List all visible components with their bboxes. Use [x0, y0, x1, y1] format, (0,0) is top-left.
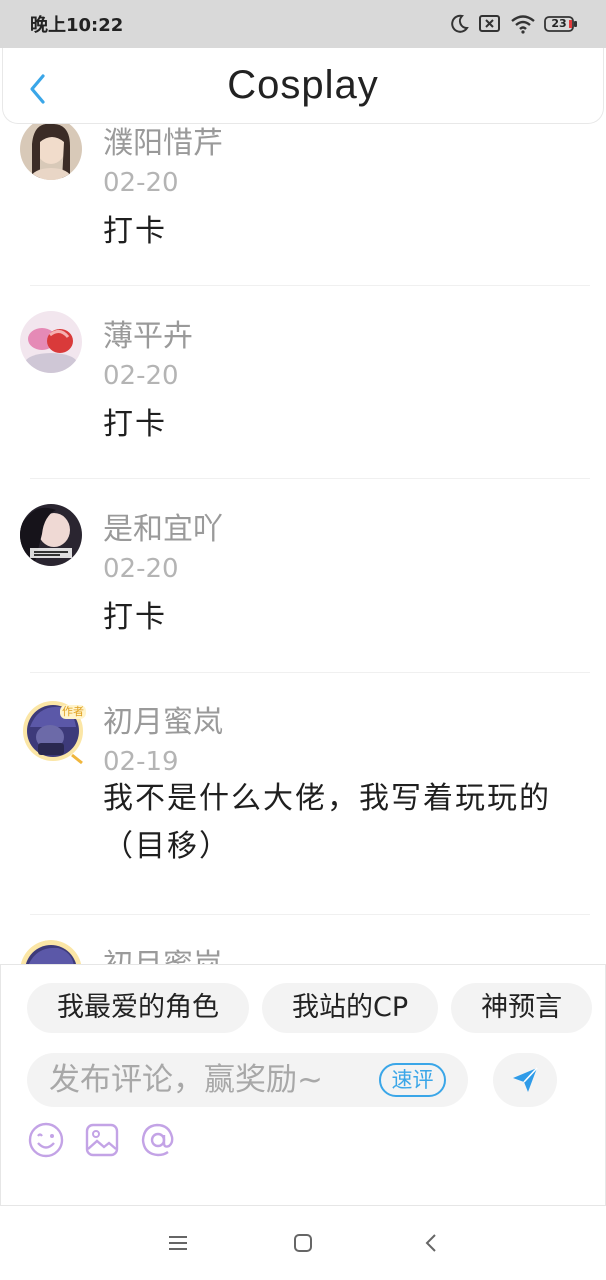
status-bar: 晚上10:22 23: [0, 0, 606, 48]
comment-composer: 我最爱的角色我站的CP神预言 速评: [0, 964, 606, 1206]
back-icon[interactable]: [416, 1230, 446, 1256]
divider: [30, 478, 590, 479]
divider: [30, 285, 590, 286]
comment-item: 濮阳惜芹 02-20 打卡: [0, 124, 606, 308]
battery-icon: 23: [544, 15, 578, 33]
send-icon: [513, 1067, 538, 1092]
comment-text: 打卡: [103, 214, 167, 249]
avatar[interactable]: [20, 504, 82, 566]
wifi-icon: [510, 14, 536, 34]
comment-author[interactable]: 薄平卉: [103, 311, 193, 355]
comment-text: 打卡: [103, 600, 167, 635]
system-nav-bar: [0, 1206, 606, 1280]
moon-icon: [448, 13, 470, 35]
divider: [30, 672, 590, 673]
comment-author[interactable]: 濮阳惜芹: [103, 124, 223, 162]
comment-text: 我不是什么大佬，我写着玩玩的（目移）: [103, 781, 551, 864]
avatar[interactable]: [20, 940, 82, 964]
comment-date: 02-20: [103, 361, 179, 391]
topic-chip[interactable]: 我站的CP: [262, 983, 439, 1033]
back-button[interactable]: [23, 72, 53, 106]
comment-input-box: 速评: [27, 1053, 468, 1107]
topic-chips: 我最爱的角色 我站的CP 神预言: [27, 983, 606, 1033]
comment-item: 作者 初月蜜岚 02-19 我不是什么大佬，我写着玩玩的（目移）: [0, 697, 606, 917]
status-time: 晚上10:22: [30, 15, 124, 36]
comment-text: 打卡: [103, 407, 167, 442]
avatar[interactable]: 作者: [20, 697, 86, 767]
page-title: Cosplay: [227, 63, 379, 107]
comment-author[interactable]: 初月蜜岚: [103, 940, 223, 964]
topic-chip[interactable]: 神预言: [451, 983, 593, 1033]
comment-list[interactable]: 濮阳惜芹 02-20 打卡 薄平卉 02-20 打卡 是和宜吖 02-20 打卡…: [0, 124, 606, 964]
comment-date: 02-20: [103, 554, 179, 584]
battery-level: 23: [551, 17, 567, 30]
topic-chip[interactable]: 我最爱的角色: [27, 983, 249, 1033]
at-icon[interactable]: [139, 1121, 177, 1159]
chevron-left-icon: [30, 74, 45, 104]
avatar[interactable]: [20, 311, 82, 373]
comment-item: 薄平卉 02-20 打卡: [0, 311, 606, 501]
menu-icon[interactable]: [163, 1230, 193, 1256]
comment-item: 是和宜吖 02-20 打卡: [0, 504, 606, 694]
image-icon[interactable]: [83, 1121, 121, 1159]
sim-off-icon: [478, 14, 502, 34]
author-badge: 作者: [60, 705, 86, 719]
header: Cosplay: [2, 48, 604, 124]
comment-item: 初月蜜岚: [0, 940, 606, 964]
quick-comment-button[interactable]: 速评: [379, 1063, 446, 1097]
status-icons: 23: [448, 13, 578, 35]
divider: [30, 914, 590, 915]
home-icon[interactable]: [288, 1230, 318, 1256]
composer-tools: [27, 1121, 177, 1159]
comment-author[interactable]: 初月蜜岚: [103, 697, 223, 741]
emoji-icon[interactable]: [27, 1121, 65, 1159]
comment-date: 02-19: [103, 747, 179, 777]
comment-input[interactable]: [49, 1053, 369, 1107]
comment-date: 02-20: [103, 168, 179, 198]
comment-author[interactable]: 是和宜吖: [103, 504, 223, 548]
send-button[interactable]: [493, 1053, 557, 1107]
avatar[interactable]: [20, 124, 82, 180]
